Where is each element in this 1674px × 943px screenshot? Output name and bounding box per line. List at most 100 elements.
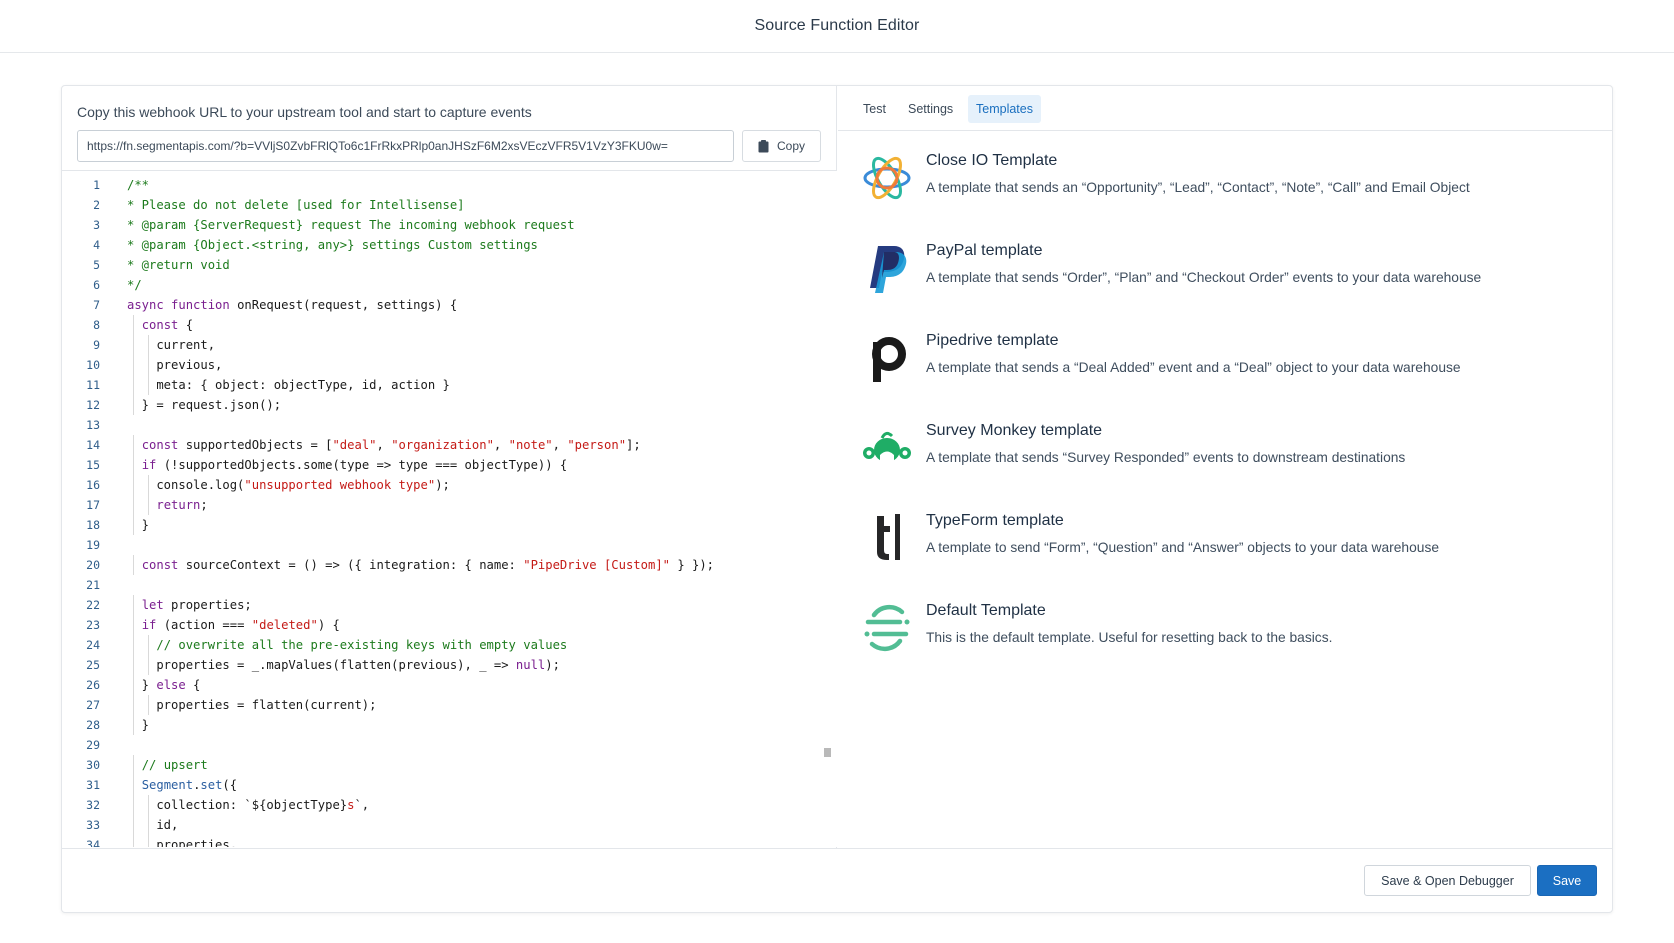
code-line: 24 // overwrite all the pre-existing key…	[62, 635, 837, 655]
line-number: 25	[86, 658, 100, 672]
code-text: return;	[127, 495, 207, 515]
code-line: 12 } = request.json();	[62, 395, 837, 415]
template-name: PayPal template	[926, 242, 1043, 259]
code-token: * @return void	[127, 258, 230, 272]
line-number: 3	[93, 218, 100, 232]
survey-monkey-logo-icon	[861, 422, 913, 474]
code-token: properties,	[127, 838, 238, 847]
line-number: 2	[93, 198, 100, 212]
tab-test[interactable]: Test	[855, 95, 894, 123]
template-default[interactable]: Default Template This is the default tem…	[838, 602, 1613, 682]
code-text: current,	[127, 335, 215, 355]
template-name: Pipedrive template	[926, 332, 1059, 349]
code-token: null	[515, 658, 546, 672]
code-token: const	[141, 558, 179, 572]
code-token: (action ===	[156, 618, 252, 632]
code-token: console.log(	[127, 478, 245, 492]
line-number: 33	[86, 818, 100, 832]
code-line: 11 meta: { object: objectType, id, actio…	[62, 375, 837, 395]
line-number: 15	[86, 458, 100, 472]
code-token: /**	[127, 178, 150, 192]
code-text: * @param {ServerRequest} request The inc…	[127, 215, 575, 235]
code-token: (!supportedObjects.some(type => type ===…	[156, 458, 568, 472]
code-token: else	[156, 678, 186, 692]
line-number: 14	[86, 438, 100, 452]
code-token: );	[435, 478, 450, 492]
code-text: properties = _.mapValues(flatten(previou…	[127, 655, 560, 675]
code-text: previous,	[127, 355, 222, 375]
save-button[interactable]: Save	[1537, 865, 1597, 896]
tab-bar: Test Settings Templates	[838, 86, 1613, 131]
code-text: properties,	[127, 835, 237, 847]
code-line: 20 const sourceContext = () => ({ integr…	[62, 555, 837, 575]
scrollbar-marker[interactable]	[824, 748, 831, 757]
typeform-logo-icon	[861, 512, 913, 564]
code-text: }	[127, 515, 149, 535]
code-text: console.log("unsupported webhook type");	[127, 475, 450, 495]
code-token: ,	[493, 438, 509, 452]
code-token: id,	[127, 818, 179, 832]
code-line: 23 if (action === "deleted") {	[62, 615, 837, 635]
code-token: } });	[670, 558, 715, 572]
code-text: id,	[127, 815, 178, 835]
tab-settings[interactable]: Settings	[900, 95, 961, 123]
template-close-io[interactable]: Close IO Template A template that sends …	[838, 152, 1613, 232]
pipedrive-logo-icon	[861, 332, 913, 384]
code-text: meta: { object: objectType, id, action }	[127, 375, 450, 395]
line-number: 5	[93, 258, 100, 272]
close-io-logo-icon	[861, 152, 913, 204]
code-line: 31 Segment.set({	[62, 775, 837, 795]
code-token: ) {	[317, 618, 340, 632]
code-token: }	[127, 678, 157, 692]
copy-button[interactable]: Copy	[742, 130, 821, 162]
code-token: ];	[626, 438, 641, 452]
code-lines: 1 /** 2 * Please do not delete [used for In…	[62, 175, 837, 847]
line-number: 23	[86, 618, 100, 632]
code-line: 34 properties,	[62, 835, 837, 847]
line-number: 1	[93, 178, 100, 192]
webhook-url-input[interactable]	[77, 130, 734, 162]
code-line: 3 * @param {ServerRequest} request The in…	[62, 215, 837, 235]
code-line: 27 properties = flatten(current);	[62, 695, 837, 715]
line-number: 7	[93, 298, 100, 312]
line-number: 11	[86, 378, 100, 392]
line-number: 32	[86, 798, 100, 812]
tab-templates[interactable]: Templates	[968, 95, 1041, 123]
code-line: 16 console.log("unsupported webhook type…	[62, 475, 837, 495]
code-token: "unsupported webhook type"	[244, 478, 436, 492]
line-number: 30	[86, 758, 100, 772]
line-number: 26	[86, 678, 100, 692]
template-survey-monkey[interactable]: Survey Monkey template A template that s…	[838, 422, 1613, 502]
code-text: collection: `${objectType}s`,	[127, 795, 369, 815]
code-text: } else {	[127, 675, 201, 695]
save-and-open-debugger-button[interactable]: Save & Open Debugger	[1364, 865, 1531, 896]
code-token: * @param {ServerRequest} request The inc…	[127, 218, 575, 232]
code-token: `,	[354, 798, 370, 812]
template-typeform[interactable]: TypeForm template A template to send “Fo…	[838, 512, 1613, 592]
template-paypal[interactable]: PayPal template A template that sends “O…	[838, 242, 1613, 322]
code-text: /**	[127, 175, 149, 195]
code-text: // overwrite all the pre-existing keys w…	[127, 635, 567, 655]
code-token: */	[127, 278, 142, 292]
code-text: * @param {Object.<string, any>} settings…	[127, 235, 538, 255]
line-number: 18	[86, 518, 100, 532]
code-token: {	[178, 318, 194, 332]
code-token: const	[141, 318, 179, 332]
line-number: 34	[86, 838, 100, 847]
code-token: onRequest(request, settings) {	[229, 298, 458, 312]
code-token: Segment	[141, 778, 194, 792]
code-line: 22 let properties;	[62, 595, 837, 615]
code-line: 28 }	[62, 715, 837, 735]
code-line: 18 }	[62, 515, 837, 535]
code-editor[interactable]: 1 /** 2 * Please do not delete [used for In…	[62, 171, 837, 847]
code-panel: Copy this webhook URL to your upstream t…	[62, 86, 837, 848]
template-pipedrive[interactable]: Pipedrive template A template that sends…	[838, 332, 1613, 412]
line-number: 24	[86, 638, 100, 652]
code-line: 14 const supportedObjects = ["deal", "or…	[62, 435, 837, 455]
code-line: 25 properties = _.mapValues(flatten(prev…	[62, 655, 837, 675]
